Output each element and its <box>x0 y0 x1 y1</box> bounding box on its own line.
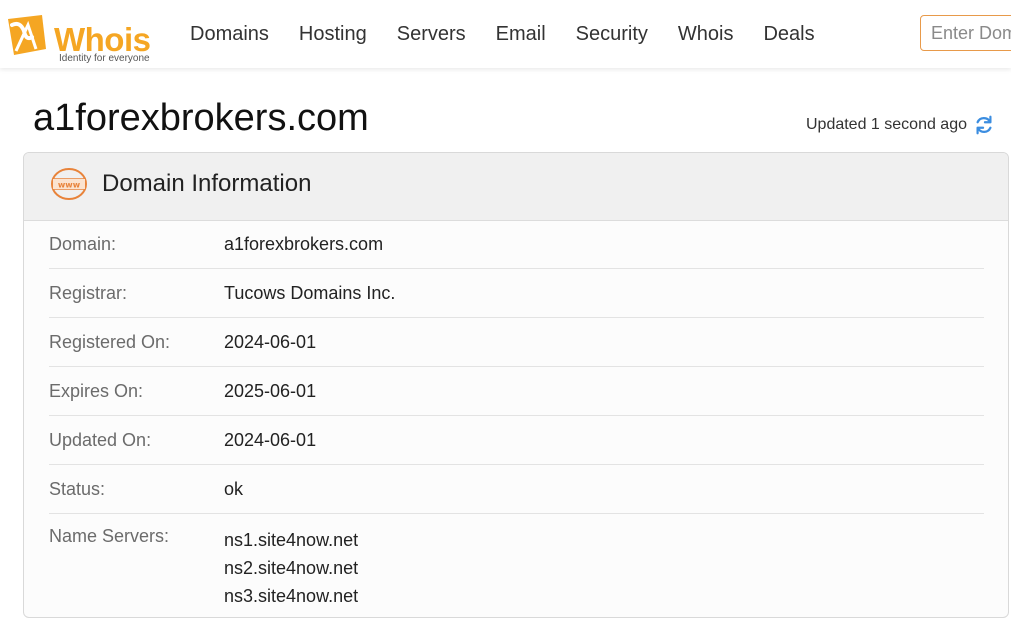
www-globe-icon: www <box>51 168 87 200</box>
row-label: Registered On: <box>49 331 171 352</box>
row-label: Expires On: <box>49 380 144 401</box>
name-server-item: ns2.site4now.net <box>224 558 359 578</box>
row-domain: Domain: a1forexbrokers.com <box>49 220 984 269</box>
row-label: Status: <box>49 478 106 499</box>
row-label: Updated On: <box>49 429 152 450</box>
updated-text: Updated 1 second ago <box>805 116 967 133</box>
row-updated-on: Updated On: 2024-06-01 <box>49 416 984 465</box>
nav-servers[interactable]: Servers <box>397 22 466 46</box>
row-label: Name Servers: <box>49 526 170 546</box>
row-name-servers: Name Servers: ns1.site4now.net ns2.site4… <box>49 514 984 610</box>
main-nav: Domains Hosting Servers Email Security W… <box>190 22 845 46</box>
nav-whois[interactable]: Whois <box>678 22 734 46</box>
nav-security[interactable]: Security <box>576 22 648 46</box>
name-server-item: ns1.site4now.net <box>224 530 359 550</box>
row-label: Domain: <box>49 233 117 254</box>
row-value: 2024-06-01 <box>224 332 317 352</box>
row-value: Tucows Domains Inc. <box>224 283 396 303</box>
logo-tagline: Identity for everyone <box>59 53 150 64</box>
nav-domains[interactable]: Domains <box>190 22 269 46</box>
row-expires-on: Expires On: 2025-06-01 <box>49 367 984 416</box>
site-logo[interactable]: Whois Identity for everyone <box>2 11 162 64</box>
name-server-item: ns3.site4now.net <box>224 586 359 606</box>
page-title: a1forexbrokers.com <box>33 97 369 139</box>
row-label: Registrar: <box>49 282 128 303</box>
refresh-icon[interactable] <box>973 114 995 136</box>
domain-information-card: www Domain Information Domain: a1forexbr… <box>23 152 1009 618</box>
top-navbar: Whois Identity for everyone Domains Host… <box>0 0 1011 68</box>
row-value: a1forexbrokers.com <box>224 234 384 254</box>
row-status: Status: ok <box>49 465 984 514</box>
info-rows: Domain: a1forexbrokers.com Registrar: Tu… <box>49 220 984 610</box>
updated-status: Updated 1 second ago <box>806 114 995 136</box>
svg-text:www: www <box>58 181 81 190</box>
row-registered-on: Registered On: 2024-06-01 <box>49 318 984 367</box>
row-registrar: Registrar: Tucows Domains Inc. <box>49 269 984 318</box>
domain-search-input[interactable] <box>920 15 1011 51</box>
logo-text: Whois <box>54 21 151 58</box>
row-value: 2024-06-01 <box>224 430 317 450</box>
whois-logo-icon <box>8 15 46 55</box>
row-value: ok <box>224 479 244 499</box>
nav-deals[interactable]: Deals <box>763 22 814 46</box>
nav-hosting[interactable]: Hosting <box>299 22 367 46</box>
nav-email[interactable]: Email <box>496 22 546 46</box>
card-title: Domain Information <box>102 170 312 197</box>
name-servers-list: ns1.site4now.net ns2.site4now.net ns3.si… <box>224 526 358 610</box>
card-header: www Domain Information <box>24 153 1008 221</box>
row-value: 2025-06-01 <box>224 381 317 401</box>
